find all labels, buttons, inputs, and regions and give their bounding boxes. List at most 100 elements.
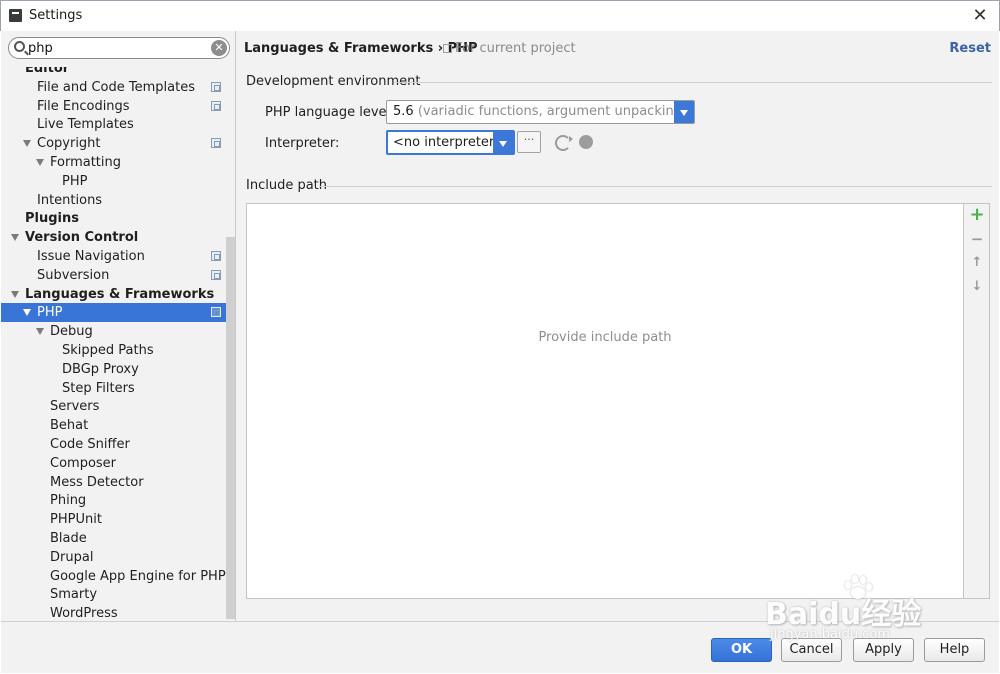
- level-hint: (variadic functions, argument unpacking,…: [417, 104, 695, 119]
- chevron-down-icon[interactable]: [674, 101, 694, 123]
- tree-item-label: Version Control: [25, 230, 139, 246]
- tree-item[interactable]: Formatting: [1, 153, 226, 172]
- tree-item[interactable]: Google App Engine for PHP: [1, 567, 226, 586]
- divider: [320, 186, 992, 187]
- tree-item-label: File and Code Templates: [37, 79, 195, 95]
- expand-arrow-icon[interactable]: [36, 159, 44, 166]
- tree-item[interactable]: Plugins: [1, 209, 226, 228]
- reset-link[interactable]: Reset: [949, 41, 991, 56]
- tree-item-label: Issue Navigation: [37, 249, 145, 264]
- project-scope-icon: [211, 269, 221, 280]
- include-path-empty-text: Provide include path: [538, 330, 672, 345]
- tree-item-label: DBGp Proxy: [62, 361, 139, 377]
- tree-item-selected[interactable]: PHP: [1, 303, 235, 323]
- tree-item-label: Smarty: [50, 587, 98, 603]
- tree-item[interactable]: File Encodings: [1, 97, 226, 116]
- add-icon[interactable]: +: [968, 206, 986, 224]
- tree-item[interactable]: Version Control: [1, 228, 226, 247]
- status-circle-icon: [579, 135, 593, 149]
- project-scope-icon: [211, 81, 221, 92]
- tree-item[interactable]: Intentions: [1, 191, 226, 210]
- include-path-list[interactable]: Provide include path: [246, 203, 964, 599]
- project-scope-icon: [211, 100, 221, 111]
- window-title: Settings: [29, 8, 83, 23]
- language-level-select[interactable]: 5.6 (variadic functions, argument unpack…: [386, 100, 695, 124]
- tree-item[interactable]: Editor: [1, 67, 226, 78]
- tree-item[interactable]: PHP: [1, 172, 226, 191]
- tree-item-label: PHPUnit: [50, 512, 102, 528]
- search-box[interactable]: ✕: [8, 37, 230, 59]
- tree-item[interactable]: Drupal: [1, 548, 226, 567]
- help-button[interactable]: Help: [924, 638, 985, 662]
- search-input[interactable]: [28, 39, 208, 57]
- move-up-icon[interactable]: ↑: [968, 254, 986, 272]
- tree-item[interactable]: Composer: [1, 454, 226, 473]
- settings-content: Languages & Frameworks › PHP For current…: [236, 31, 999, 621]
- tree-item-label: Composer: [50, 455, 117, 471]
- refresh-icon[interactable]: [555, 135, 573, 151]
- tree-item-label: PHP: [62, 173, 88, 189]
- tree-item[interactable]: PHPUnit: [1, 510, 226, 529]
- tree-item-label: Editor: [25, 67, 70, 76]
- project-scope-icon: [211, 138, 221, 149]
- tree-item-label: Languages & Frameworks: [25, 286, 215, 302]
- expand-arrow-icon[interactable]: [23, 140, 31, 148]
- search-icon: [14, 41, 25, 52]
- interpreter-value: <no interpreter>: [393, 135, 506, 150]
- scope-text: For current project: [455, 41, 576, 56]
- apply-button[interactable]: Apply: [853, 638, 914, 662]
- project-scope-icon: [443, 44, 452, 53]
- tree-item-label: Formatting: [50, 155, 122, 170]
- tree-item[interactable]: Languages & Frameworks: [1, 285, 226, 304]
- tree-item[interactable]: File and Code Templates: [1, 78, 226, 97]
- tree-item[interactable]: Servers: [1, 397, 226, 416]
- dialog-footer: OK Cancel Apply Help: [1, 621, 999, 673]
- divider: [394, 82, 992, 83]
- expand-arrow-icon[interactable]: [11, 234, 19, 242]
- tree-item[interactable]: Step Filters: [1, 379, 226, 398]
- chevron-down-icon[interactable]: [493, 132, 513, 153]
- cancel-button[interactable]: Cancel: [781, 638, 842, 662]
- tree-item[interactable]: Behat: [1, 416, 226, 435]
- project-scope-icon: [211, 251, 221, 261]
- expand-arrow-icon[interactable]: [36, 328, 44, 336]
- tree-item-label: Plugins: [25, 211, 79, 227]
- remove-icon[interactable]: −: [968, 230, 986, 248]
- tree-scrollbar[interactable]: [226, 237, 235, 619]
- tree-item-label: File Encodings: [37, 98, 130, 114]
- close-icon[interactable]: ✕: [969, 5, 991, 27]
- tree-item[interactable]: Debug: [1, 322, 226, 341]
- language-level-value: 5.6 (variadic functions, argument unpack…: [393, 104, 695, 119]
- move-down-icon[interactable]: ↓: [968, 278, 986, 296]
- settings-sidebar: ✕ Editor File and Code Templates File Enco…: [1, 31, 236, 621]
- tree-item-label: PHP: [37, 305, 63, 321]
- tree-item[interactable]: Skipped Paths: [1, 341, 226, 360]
- tree-item[interactable]: Issue Navigation: [1, 247, 226, 266]
- expand-arrow-icon[interactable]: [23, 309, 31, 317]
- tree-item[interactable]: Blade: [1, 529, 226, 548]
- tree-item-label: Behat: [50, 418, 89, 434]
- expand-arrow-icon[interactable]: [11, 290, 19, 298]
- clear-search-icon[interactable]: ✕: [211, 40, 227, 56]
- tree-item[interactable]: Mess Detector: [1, 473, 226, 492]
- scope-label: For current project: [443, 41, 576, 56]
- tree-item[interactable]: Live Templates: [1, 115, 226, 134]
- tree-item-label: Servers: [50, 399, 100, 415]
- tree-item[interactable]: Smarty: [1, 585, 226, 604]
- interpreter-select[interactable]: <no interpreter>: [386, 130, 515, 155]
- include-path-toolbar: + − ↑ ↓: [964, 203, 990, 599]
- tree-item[interactable]: DBGp Proxy: [1, 360, 226, 379]
- tree-item[interactable]: Subversion: [1, 266, 226, 285]
- tree-item-label: Subversion: [37, 267, 110, 283]
- interpreter-label: Interpreter:: [265, 136, 340, 151]
- ok-button[interactable]: OK: [711, 638, 772, 662]
- tree-item[interactable]: Code Sniffer: [1, 435, 226, 454]
- tree-item-label: WordPress: [50, 606, 118, 621]
- tree-item-label: Code Sniffer: [50, 437, 130, 452]
- tree-item[interactable]: WordPress: [1, 604, 226, 621]
- tree-item[interactable]: Phing: [1, 491, 226, 510]
- browse-interpreter-button[interactable]: ···: [517, 131, 541, 153]
- tree-item[interactable]: Copyright: [1, 134, 226, 153]
- level-number: 5.6: [393, 104, 414, 119]
- include-path-section-title: Include path: [246, 178, 328, 193]
